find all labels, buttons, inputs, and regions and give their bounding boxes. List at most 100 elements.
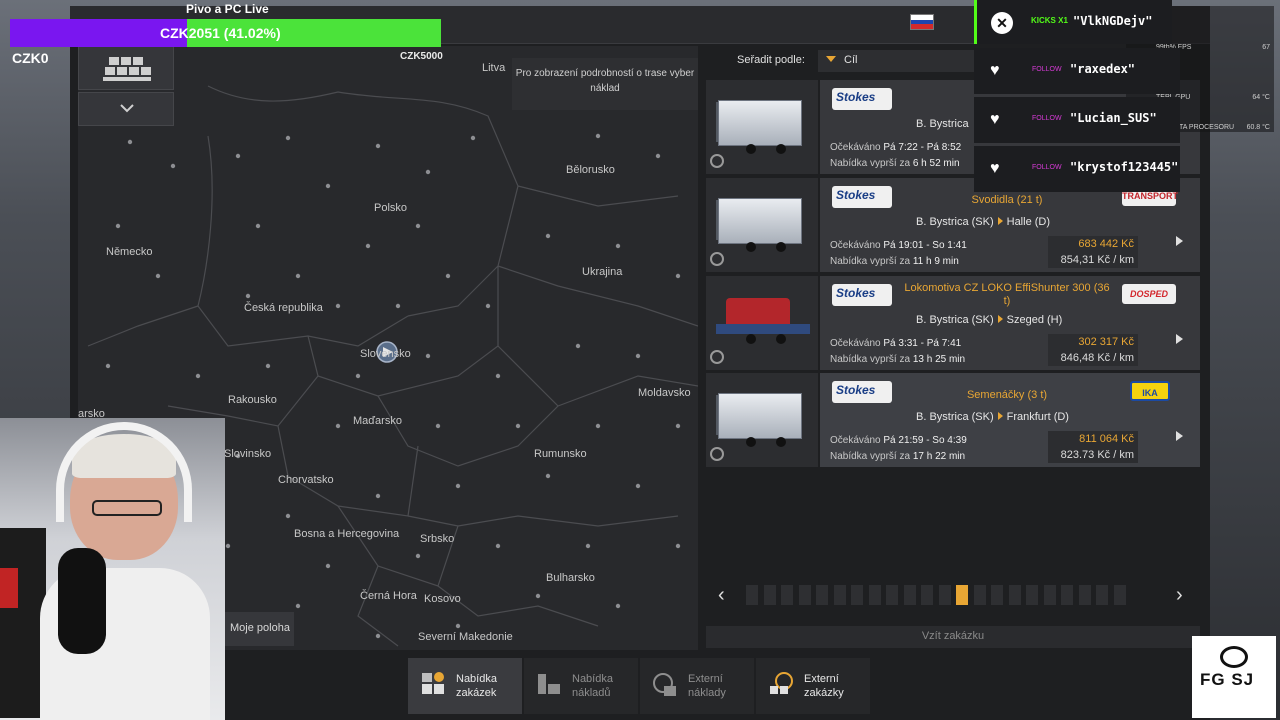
kick-alert: ✕ KICKS X1 "VlkNGDejv" xyxy=(974,0,1172,44)
follow-alert: ♥ FOLLOW "Lucian_SUS" xyxy=(974,97,1180,143)
donation-goal-label: CZK5000 xyxy=(400,51,443,62)
microphone xyxy=(58,548,106,654)
job-image xyxy=(706,178,818,272)
alert-username: "raxedex" xyxy=(1070,62,1136,76)
pager-segment[interactable] xyxy=(851,585,863,605)
pallet-filter-button[interactable] xyxy=(78,46,174,90)
pager-segment[interactable] xyxy=(1044,585,1056,605)
pager-segment[interactable] xyxy=(869,585,881,605)
pager-segment[interactable] xyxy=(1026,585,1038,605)
job-route: B. Bystrica (SK) Szeged (H) xyxy=(916,314,1063,326)
map-label-nemecko: Německo xyxy=(106,246,153,258)
pager-segment[interactable] xyxy=(816,585,828,605)
pallets-icon xyxy=(103,57,151,81)
map-label-chorvatsko: Chorvatsko xyxy=(278,474,334,486)
alert-tag: KICKS X1 xyxy=(1031,16,1068,25)
slovakia-flag-icon xyxy=(910,14,934,30)
pager-segment[interactable] xyxy=(904,585,916,605)
gear-icon xyxy=(710,447,724,461)
chevron-down-icon xyxy=(120,104,134,113)
map-label-rakousko: Rakousko xyxy=(228,394,277,406)
job-route: B. Bystrica (SK) Frankfurt (D) xyxy=(916,411,1069,423)
pager-segment[interactable] xyxy=(991,585,1003,605)
donation-start-label: CZK0 xyxy=(12,50,49,66)
globe-jobs-icon xyxy=(770,672,793,694)
close-icon: ✕ xyxy=(991,12,1013,34)
map-label-kosovo: Kosovo xyxy=(424,593,461,605)
map-label-srbsko: Srbsko xyxy=(420,533,455,545)
map-label-polsko: Polsko xyxy=(374,202,408,214)
alert-username: "VlkNGDejv" xyxy=(1073,14,1153,28)
pager-segment[interactable] xyxy=(834,585,846,605)
job-times: Očekáváno Pá 21:59 - So 4:39 Nabídka vyp… xyxy=(830,435,967,462)
pager-segment[interactable] xyxy=(1061,585,1073,605)
pager-segment[interactable] xyxy=(764,585,776,605)
job-pay: 811 064 Kč 823.73 Kč / km xyxy=(1048,431,1138,463)
prev-page-button[interactable]: ‹ xyxy=(718,585,736,605)
company-logo: Stokes xyxy=(832,186,892,208)
pager-segment[interactable] xyxy=(1114,585,1126,605)
pager-segment[interactable] xyxy=(939,585,951,605)
dropdown-arrow-icon xyxy=(826,56,836,62)
donation-progress-text: CZK2051 (41.02%) xyxy=(160,25,281,41)
job-times: Očekáváno Pá 19:01 - So 1:41 Nabídka vyp… xyxy=(830,240,967,267)
pager-segment[interactable] xyxy=(974,585,986,605)
stream-title: Pivo a PC Live xyxy=(186,2,269,16)
job-details: Stokes IKA Semenáčky (3 t) B. Bystrica (… xyxy=(820,373,1200,467)
pager-segment[interactable] xyxy=(799,585,811,605)
screen: CZK5000 Pro zobrazení podrobností o tras… xyxy=(0,0,1280,720)
job-offer-4[interactable]: Stokes IKA Semenáčky (3 t) B. Bystrica (… xyxy=(706,373,1200,467)
tab-external-jobs[interactable]: Externí zakázky xyxy=(756,658,870,714)
job-cargo: Svodidla (21 t) xyxy=(971,194,1043,206)
take-job-button[interactable]: Vzít zakázku xyxy=(706,626,1200,648)
pager-segment[interactable] xyxy=(781,585,793,605)
job-image xyxy=(706,80,818,174)
pager-segment[interactable] xyxy=(921,585,933,605)
gear-icon xyxy=(710,154,724,168)
company-logo: Stokes xyxy=(832,284,892,306)
map-hint: Pro zobrazení podrobností o trase vyber … xyxy=(512,58,698,110)
map-label-ukrajina: Ukrajina xyxy=(582,266,623,278)
tab-cargo-offers[interactable]: Nabídka nákladů xyxy=(524,658,638,714)
pager-segment[interactable] xyxy=(1009,585,1021,605)
job-details: Stokes TRANSPORT Svodidla (21 t) B. Byst… xyxy=(820,178,1200,272)
pager-segment[interactable] xyxy=(886,585,898,605)
job-pager: ‹ › xyxy=(706,582,1200,608)
job-route: B. Bystrica xyxy=(916,118,969,130)
job-times: Očekáváno Pá 7:22 - Pá 8:52 Nabídka vypr… xyxy=(830,142,962,169)
donation-progress-bar: CZK2051 (41.02%) xyxy=(10,19,441,47)
tab-job-offers[interactable]: Nabídka zakázek xyxy=(408,658,522,714)
heart-icon: ♥ xyxy=(990,111,1000,128)
next-page-button[interactable]: › xyxy=(1176,585,1194,605)
tab-label: Externí zakázky xyxy=(804,673,844,699)
my-position-button[interactable]: Moje poloha xyxy=(224,612,294,646)
gear-icon xyxy=(710,252,724,266)
alert-username: "krystof123445" xyxy=(1070,160,1179,174)
pager-segment[interactable] xyxy=(1096,585,1108,605)
tab-label: Externí náklady xyxy=(688,673,726,699)
alert-tag: FOLLOW xyxy=(1032,115,1062,122)
map-label-litva: Litva xyxy=(482,62,506,74)
map-label-slovensko: Slovensko xyxy=(360,348,411,360)
channel-logo: FG SJ xyxy=(1192,636,1276,718)
alert-tag: FOLLOW xyxy=(1032,164,1062,171)
job-offer-2[interactable]: Stokes TRANSPORT Svodidla (21 t) B. Byst… xyxy=(706,178,1200,272)
webcam-feed xyxy=(0,418,225,720)
sort-select[interactable]: Cíl xyxy=(818,50,978,72)
job-pay: 683 442 Kč 854,31 Kč / km xyxy=(1048,236,1138,268)
map-label-moldavsko: Moldavsko xyxy=(638,387,691,399)
company-logo: Stokes xyxy=(832,381,892,403)
job-offers-icon xyxy=(422,672,444,694)
pager-segment[interactable] xyxy=(956,585,968,605)
pager-segment[interactable] xyxy=(1079,585,1091,605)
job-offer-3[interactable]: Stokes DOSPED Lokomotiva CZ LOKO EffiShu… xyxy=(706,276,1200,370)
job-pay: 302 317 Kč 846,48 Kč / km xyxy=(1048,334,1138,366)
pager-segment[interactable] xyxy=(746,585,758,605)
follow-alert: ♥ FOLLOW "raxedex" xyxy=(974,48,1180,94)
heart-icon: ♥ xyxy=(990,160,1000,177)
expand-filters-button[interactable] xyxy=(78,92,174,126)
map-label-cerna-hora: Černá Hora xyxy=(360,590,417,602)
gear-icon xyxy=(710,350,724,364)
tab-external-cargo[interactable]: Externí náklady xyxy=(640,658,754,714)
globe-cargo-icon xyxy=(653,673,676,696)
